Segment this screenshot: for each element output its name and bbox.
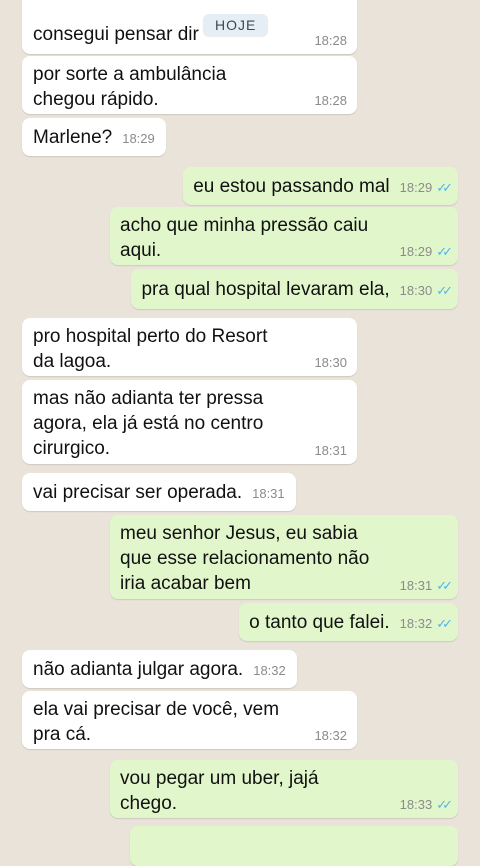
double-check-icon: ✓✓ [436,616,453,631]
message-text: pro hospital perto do Resort da lagoa. [33,326,268,372]
double-check-icon: ✓✓ [436,180,453,195]
message-bubble-incoming[interactable]: vai precisar ser operada. 18:31 [22,473,296,511]
message-bubble-incoming[interactable]: pro hospital perto do Resort da lagoa. 1… [22,318,357,376]
double-check-icon: ✓✓ [436,797,453,812]
message-meta: 18:33 ✓✓ [399,797,453,812]
message-text: consegui pensar dir [33,24,199,45]
message-time: 18:32 [399,616,433,631]
message-bubble-outgoing[interactable]: vou pegar um uber, jajá chego. 18:33 ✓✓ [110,760,458,818]
message-time: 18:29 [399,180,433,195]
message-text: vai precisar ser operada. [33,482,243,503]
message-text: ela vai precisar de você, vem pra cá. [33,699,280,745]
message-time: 18:28 [314,93,347,108]
message-time: 18:32 [253,663,286,678]
message-meta: 18:32 ✓✓ [399,616,453,631]
message-text: o tanto que falei. [249,612,390,633]
message-time: 18:28 [314,33,347,48]
message-text: Marlene? [33,127,113,148]
message-text: por sorte a ambulância chegou rápido. [33,64,227,110]
message-text: eu estou passando mal [193,176,390,197]
message-time: 18:30 [399,283,433,298]
message-time: 18:31 [252,486,285,501]
double-check-icon: ✓✓ [436,578,453,593]
chat-thread[interactable]: consegui pensar dir 18:28 HOJE por sorte… [0,0,480,866]
message-time: 18:33 [399,797,433,812]
message-time: 18:29 [122,131,155,146]
message-bubble-incoming[interactable]: ela vai precisar de você, vem pra cá. 18… [22,691,357,749]
date-separator: HOJE [203,14,269,36]
message-meta: 18:30 ✓✓ [399,283,453,298]
message-text: mas não adianta ter pressa agora, ela já… [33,388,264,459]
message-bubble-incoming[interactable]: mas não adianta ter pressa agora, ela já… [22,380,357,464]
message-time: 18:31 [399,578,433,593]
message-text: não adianta julgar agora. [33,659,244,680]
message-bubble-outgoing[interactable]: o tanto que falei. 18:32 ✓✓ [239,603,458,641]
message-bubble-incoming[interactable]: não adianta julgar agora. 18:32 [22,650,297,688]
double-check-icon: ✓✓ [436,244,453,259]
message-time: 18:29 [399,244,433,259]
message-meta: 18:31 ✓✓ [399,578,453,593]
message-meta: 18:29 ✓✓ [399,244,453,259]
message-bubble-incoming[interactable]: consegui pensar dir 18:28 [22,0,357,54]
message-bubble-outgoing[interactable]: acho que minha pressão caiu aqui. 18:29 ✓… [110,207,458,265]
message-bubble-outgoing[interactable]: pra qual hospital levaram ela, 18:30 ✓✓ [131,269,458,309]
double-check-icon: ✓✓ [436,283,453,298]
message-bubble-incoming[interactable]: por sorte a ambulância chegou rápido. 18… [22,56,357,114]
message-time: 18:32 [314,728,347,743]
message-time: 18:31 [314,443,347,458]
message-bubble-outgoing[interactable]: eu estou passando mal 18:29 ✓✓ [183,167,458,205]
message-meta: 18:29 ✓✓ [399,180,453,195]
message-bubble-incoming[interactable]: Marlene? 18:29 [22,118,166,156]
message-text: pra qual hospital levaram ela, [141,279,390,300]
message-bubble-outgoing[interactable]: meu senhor Jesus, eu sabia que esse rela… [110,515,458,599]
message-time: 18:30 [314,355,347,370]
message-bubble-outgoing-partial[interactable] [130,826,458,866]
